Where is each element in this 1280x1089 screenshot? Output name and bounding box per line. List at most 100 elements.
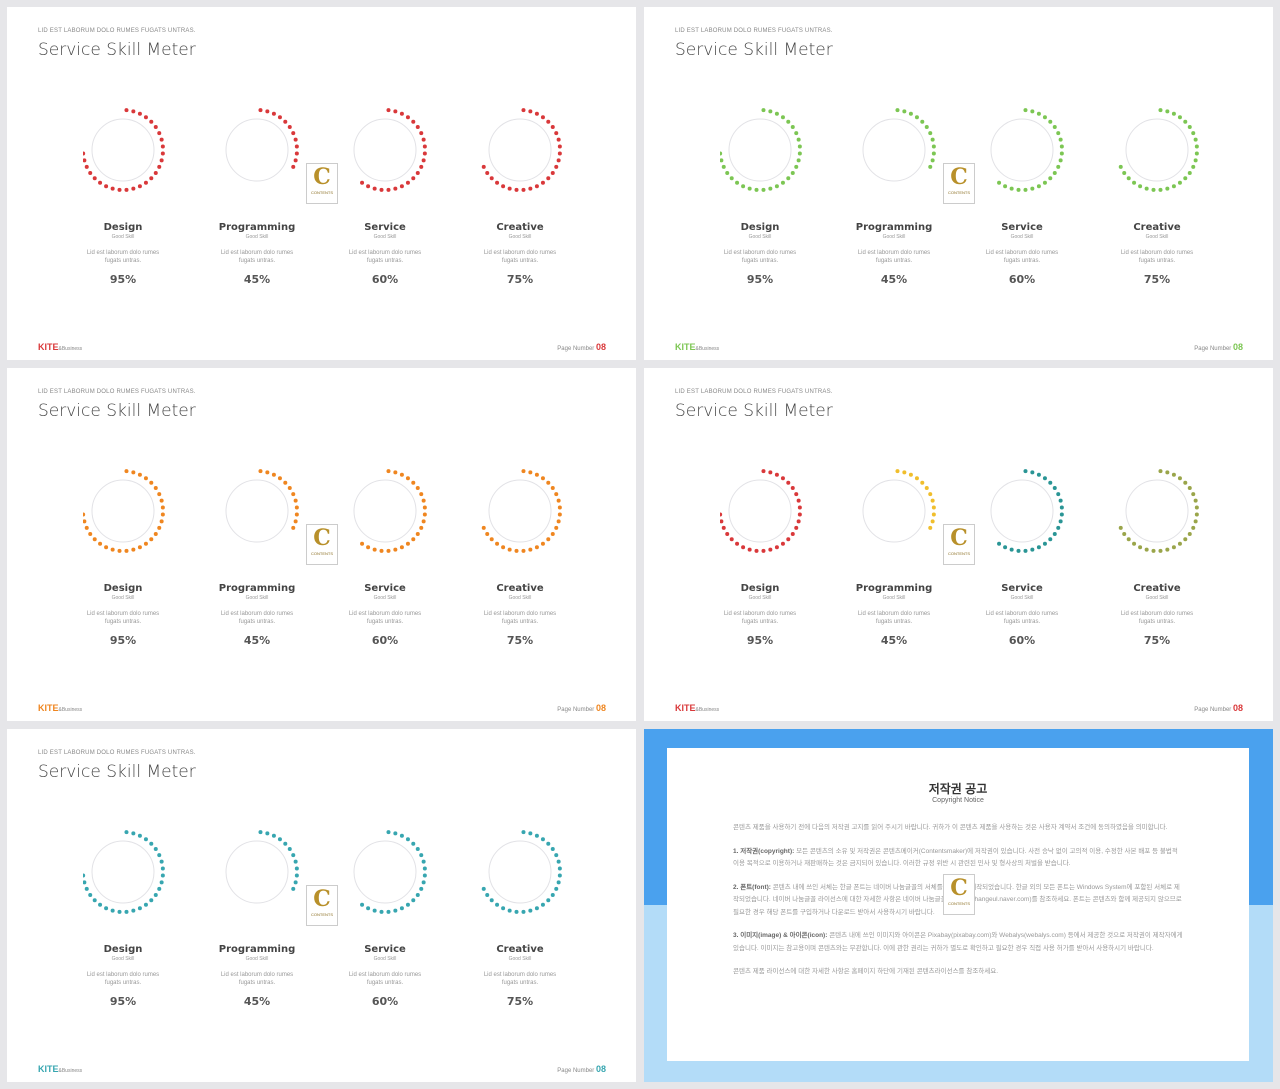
meter-dot: [924, 125, 929, 130]
meter-dot: [931, 512, 936, 517]
meter-dot: [1191, 164, 1196, 169]
meter-dot: [1042, 115, 1047, 120]
meter-dot: [1194, 151, 1199, 156]
meter-description: Lid est laborum dolo rumes fugats untras.: [1092, 249, 1222, 265]
meter-dot: [741, 545, 746, 550]
meter-dot: [271, 833, 276, 838]
meter-dot: [797, 151, 802, 156]
copyright-item-head: 2. 폰트(font):: [733, 883, 771, 891]
skill-ring: [225, 108, 299, 182]
copyright-intro: 콘텐츠 제품을 사용하기 전에 다음의 저작권 고지를 읽어 주시기 바랍니다.…: [733, 824, 1168, 831]
meter-dot: [422, 144, 427, 149]
meter-dot: [546, 841, 551, 846]
meter-dot: [1183, 119, 1188, 124]
meter-dot: [556, 859, 561, 864]
logo-text: CONTENTS: [948, 901, 970, 906]
meter-dot: [550, 531, 555, 536]
meter-dot: [928, 131, 933, 136]
meter-dot: [143, 476, 148, 481]
meter-dot: [768, 547, 773, 552]
skill-ring: [990, 469, 1064, 553]
meter-subtitle: Good Skill: [748, 234, 772, 240]
meter-dot: [386, 548, 391, 553]
ring-track: [353, 479, 417, 543]
meter-dot: [98, 180, 103, 185]
meter-dot: [930, 498, 935, 503]
meter-dot: [790, 531, 795, 536]
meter-desc-line: fugats untras.: [104, 258, 142, 264]
meter-dot: [1165, 470, 1170, 475]
logo-letter: C: [950, 525, 968, 551]
meter-dot: [265, 470, 270, 475]
meter-dot: [554, 164, 559, 169]
meter-name: Creative: [496, 583, 544, 594]
meter-dot: [405, 902, 410, 907]
logo-letter: C: [313, 525, 331, 551]
meter-desc-line: Lid est laborum dolo rumes: [1120, 250, 1194, 256]
meter-dot: [1052, 170, 1057, 175]
meter-dot: [131, 831, 136, 836]
meter-dot: [761, 548, 766, 553]
meter-dot: [98, 902, 103, 907]
meter-description: Lid est laborum dolo rumes fugats untras.: [455, 610, 585, 626]
meter-dot: [131, 908, 136, 913]
meter-description: Lid est laborum dolo rumes fugats untras.: [58, 249, 188, 265]
meter-dot: [895, 469, 900, 474]
meter-dot: [1036, 111, 1041, 116]
slide-kicker: LID EST LABORUM DOLO RUMES FUGATS UNTRAS…: [675, 389, 833, 395]
meter-dot: [153, 125, 158, 130]
contents-logo: C CONTENTS: [306, 885, 338, 926]
skill-ring: [720, 108, 802, 192]
meter-dot: [796, 158, 801, 163]
contents-logo: C CONTENTS: [306, 163, 338, 204]
ring-track: [225, 840, 289, 904]
meter-percent: 45%: [880, 273, 908, 286]
meter-dot: [786, 176, 791, 181]
meter-dot: [554, 492, 559, 497]
meter-dot: [1183, 537, 1188, 542]
meter-dot: [1193, 498, 1198, 503]
meter-dot: [720, 512, 723, 517]
meter-desc-line: fugats untras.: [741, 258, 779, 264]
meter-dot: [386, 909, 391, 914]
meter-dot: [149, 898, 154, 903]
meter-dot: [1009, 547, 1014, 552]
meter-dot: [554, 853, 559, 858]
meter-dot: [1016, 187, 1021, 192]
meter-dot: [283, 841, 288, 846]
meter-desc-line: Lid est laborum dolo rumes: [348, 611, 422, 617]
meter-dot: [422, 151, 427, 156]
meter-dot: [786, 119, 791, 124]
meter-dot: [1158, 469, 1163, 474]
meter-dot: [386, 108, 391, 113]
meter-description: Lid est laborum dolo rumes fugats untras.: [1092, 610, 1222, 626]
meter-dot: [137, 472, 142, 477]
contents-logo: C CONTENTS: [943, 163, 975, 204]
meter-percent: 75%: [506, 273, 534, 286]
meter-dot: [399, 906, 404, 911]
meter-dot: [1059, 151, 1064, 156]
copyright-item: 1. 저작권(copyright): 모든 콘텐츠의 소유 및 저작권은 콘텐츠…: [733, 846, 1183, 871]
meter-dot: [294, 505, 299, 510]
meter-dot: [149, 176, 154, 181]
meter-dot: [153, 486, 158, 491]
meter-dot: [1122, 531, 1127, 536]
ring-track: [353, 840, 417, 904]
meter-dot: [546, 898, 551, 903]
meter-dot: [1052, 125, 1057, 130]
meter-dot: [741, 184, 746, 189]
meter-description: Lid est laborum dolo rumes fugats untras.: [192, 610, 322, 626]
copyright-item: 3. 이미지(image) & 아이콘(icon): 콘텐츠 내에 쓰인 이미지…: [733, 930, 1183, 955]
meter-dot: [419, 853, 424, 858]
meter-dot: [780, 541, 785, 546]
meter-dot: [160, 866, 165, 871]
meter-name: Creative: [1133, 583, 1181, 594]
meter-dot: [157, 525, 162, 530]
meter-dot: [415, 170, 420, 175]
meter-dot: [501, 545, 506, 550]
meter-desc-line: fugats untras.: [501, 980, 539, 986]
meter-dot: [786, 537, 791, 542]
meter-dot: [550, 170, 555, 175]
meter-dot: [914, 115, 919, 120]
meter-desc-line: fugats untras.: [1138, 258, 1176, 264]
